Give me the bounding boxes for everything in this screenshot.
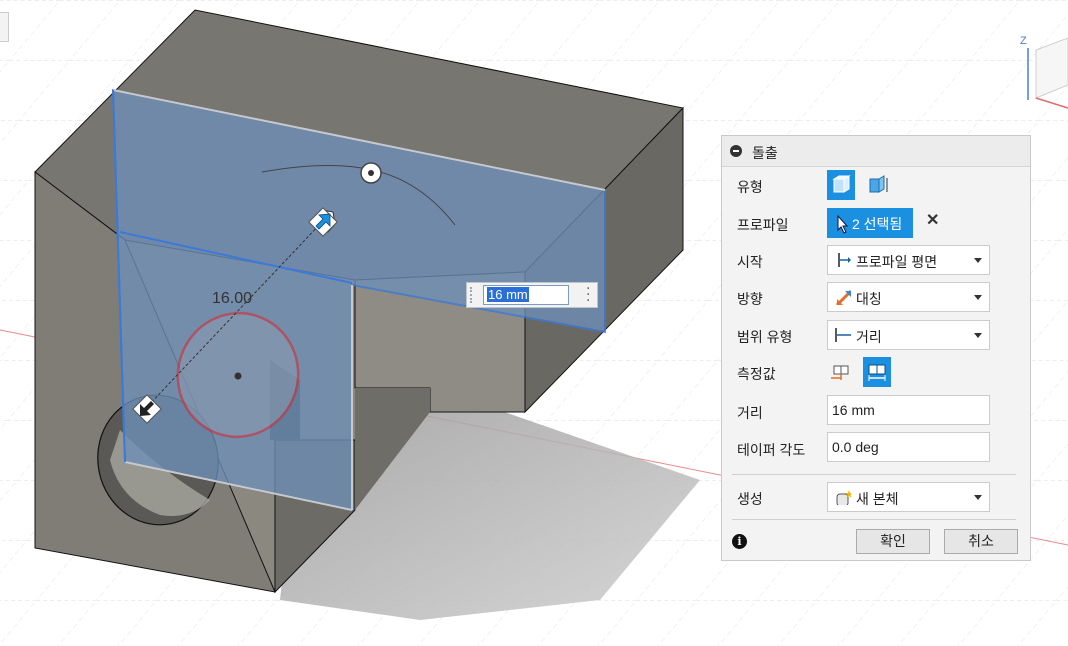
distance-input[interactable]: 16 mm	[827, 395, 990, 425]
dialog-header[interactable]: 돌출	[722, 136, 1030, 167]
viewcube-axis-label: Z	[1020, 35, 1027, 47]
chevron-down-icon	[974, 258, 982, 263]
taper-angle-input[interactable]: 0.0 deg	[827, 432, 990, 462]
start-value: 프로파일 평면	[856, 254, 938, 270]
inline-distance-value: 16 mm	[487, 287, 529, 302]
symmetric-direction-icon	[835, 289, 851, 305]
cancel-button[interactable]: 취소	[944, 529, 1018, 554]
operation-label: 생성	[737, 491, 763, 507]
collapse-icon[interactable]	[730, 145, 742, 157]
circle-center-point	[234, 372, 242, 380]
measure-one-side-icon	[831, 365, 849, 380]
extrude-type-thin-button[interactable]	[863, 170, 891, 200]
direction-value: 대칭	[856, 291, 882, 307]
measurement-label: 측정값	[737, 366, 776, 382]
measurement-one-side-button[interactable]	[827, 357, 855, 387]
more-options-icon[interactable]: · · ·	[586, 282, 590, 308]
dialog-title: 돌출	[752, 145, 778, 161]
measurement-whole-length-button[interactable]	[863, 357, 891, 387]
taper-angle-label: 테이퍼 각도	[737, 442, 806, 458]
ok-button[interactable]: 확인	[856, 529, 930, 554]
chevron-down-icon	[974, 495, 982, 500]
dimension-label: 16.00	[212, 290, 253, 307]
inline-distance-editor[interactable]: 16 mm · · ·	[466, 282, 598, 308]
profile-selection-count: 2 선택됨	[852, 216, 903, 232]
left-edge-tab[interactable]	[0, 12, 9, 42]
direction-dropdown[interactable]: 대칭	[827, 282, 990, 312]
drag-grip-icon[interactable]	[470, 287, 478, 303]
clear-selection-icon[interactable]: ✕	[926, 213, 940, 229]
divider	[732, 474, 1016, 475]
operation-value: 새 본체	[856, 491, 899, 507]
extrude-type-solid-button[interactable]	[827, 170, 855, 200]
thin-extrude-icon	[869, 175, 888, 193]
extent-type-label: 범위 유형	[737, 329, 793, 345]
distance-extent-icon	[835, 328, 851, 342]
direction-label: 방향	[737, 291, 763, 307]
extrude-dialog: 돌출 유형 프로파일 2 선택됨 ✕ 시작 프로파일 평면 방향 대칭 범위 유…	[721, 135, 1031, 561]
measure-whole-length-icon	[868, 364, 886, 381]
chevron-down-icon	[974, 295, 982, 300]
type-label: 유형	[737, 179, 763, 195]
info-icon[interactable]: i	[732, 534, 747, 549]
divider	[732, 519, 1016, 520]
profile-label: 프로파일	[737, 217, 789, 233]
new-body-icon	[836, 490, 851, 505]
extent-type-value: 거리	[856, 329, 882, 345]
start-label: 시작	[737, 254, 763, 270]
profile-plane-icon	[838, 253, 851, 267]
distance-label: 거리	[737, 405, 763, 421]
solid-extrude-icon	[832, 175, 851, 193]
profile-selection-button[interactable]: 2 선택됨	[827, 208, 913, 238]
inline-distance-input[interactable]: 16 mm	[483, 285, 569, 305]
chevron-down-icon	[974, 333, 982, 338]
extent-type-dropdown[interactable]: 거리	[827, 320, 990, 350]
cursor-arrow-icon	[837, 214, 849, 234]
operation-dropdown[interactable]: 새 본체	[827, 482, 990, 512]
view-cube[interactable]: Z	[1016, 30, 1068, 110]
start-dropdown[interactable]: 프로파일 평면	[827, 245, 990, 275]
